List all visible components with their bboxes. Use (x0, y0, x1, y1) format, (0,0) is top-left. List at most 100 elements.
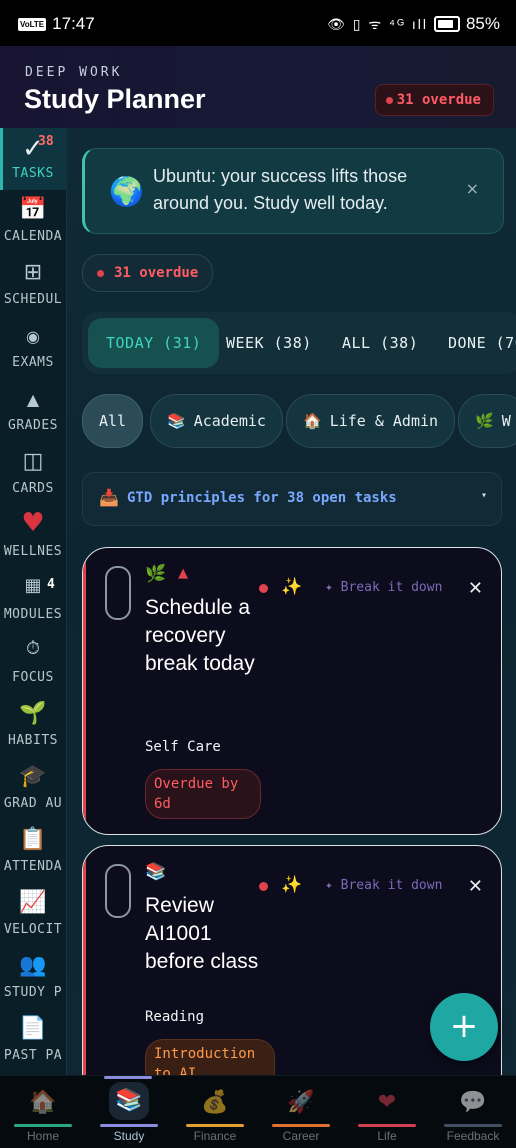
sidebar-item-label: SCHEDUL (3, 292, 63, 307)
nav-color-bar (358, 1124, 416, 1127)
house-icon: 🏠 (29, 1090, 57, 1115)
checkmark-icon: ✓ (22, 134, 44, 164)
dismiss-task-button[interactable]: ✕ (468, 876, 483, 897)
overdue-badge-label: 31 overdue (396, 92, 481, 108)
sidebar-item-calendar[interactable]: 📅 CALENDA (0, 191, 66, 253)
graduation-cap-icon: 🎓 (19, 764, 47, 789)
nav-home[interactable]: 🏠 Home (0, 1076, 86, 1148)
tab-today[interactable]: TODAY (31) (88, 318, 220, 368)
nav-label: Home (26, 1129, 59, 1143)
task-category: Self Care (145, 739, 221, 755)
tasks-content: 🌍 Ubuntu: your success lifts those aroun… (82, 128, 516, 1075)
sparkle-icon[interactable]: ✨ (281, 875, 302, 895)
sidebar-item-label: MODULES (3, 607, 63, 622)
nav-study[interactable]: 📚 Study (86, 1076, 172, 1148)
task-card[interactable]: 🌿 ▲ Schedule a recovery break today Self… (82, 547, 502, 835)
sidebar-item-label: FOCUS (12, 670, 54, 685)
banner-message: Ubuntu: your success lifts those around … (153, 166, 408, 213)
filter-life-admin[interactable]: 🏠 Life & Admin (286, 394, 456, 448)
nav-life[interactable]: ❤ Life (344, 1076, 430, 1148)
nav-feedback[interactable]: 💬 Feedback (430, 1076, 516, 1148)
sidebar-item-velocity[interactable]: 📈 VELOCIT (0, 884, 66, 946)
grid-icon: ⊞ (23, 260, 43, 285)
sidebar-item-label: ATTENDA (3, 859, 63, 874)
sidebar-item-habits[interactable]: 🌱 HABITS (0, 695, 66, 757)
sidebar-item-modules[interactable]: ▦ 4 MODULES (0, 569, 66, 631)
overdue-badge[interactable]: 31 overdue (374, 84, 494, 116)
document-icon: 📄 (19, 1016, 47, 1041)
sidebar-item-label: EXAMS (12, 355, 54, 370)
rocket-icon: 🚀 (287, 1090, 315, 1115)
chevron-down-icon: ▾ (480, 490, 487, 501)
nav-label: Finance (193, 1129, 237, 1143)
filter-label: All (99, 412, 127, 430)
task-title: Review AI1001 before class (145, 894, 259, 973)
header-kicker: DEEP WORK (25, 65, 123, 80)
modules-count-badge: 4 (47, 577, 55, 592)
clock: 17:47 (52, 14, 95, 33)
sidebar-item-grades[interactable]: ▲ GRADES (0, 380, 66, 442)
timer-icon: ⏱ (25, 638, 41, 659)
break-it-down-button[interactable]: ✦ Break it down (325, 878, 442, 893)
bottom-nav: 🏠 Home 📚 Study 💰 Finance 🚀 Career ❤ Life… (0, 1075, 516, 1148)
gtd-principles-toggle[interactable]: 📥 GTD principles for 38 open tasks ▾ (82, 472, 502, 526)
break-it-down-button[interactable]: ✦ Break it down (325, 580, 442, 595)
dismiss-task-button[interactable]: ✕ (468, 578, 483, 599)
sidebar-item-label: TASKS (12, 166, 54, 181)
overdue-dot-icon (385, 96, 393, 104)
books-icon: 📚 (167, 412, 186, 430)
filter-label: W (501, 412, 511, 430)
tab-week[interactable]: WEEK (38) (208, 318, 330, 368)
sidebar: ✓ 38 TASKS 📅 CALENDA ⊞ SCHEDUL ◉ EXAMS ▲… (0, 128, 67, 1075)
sidebar-item-attendance[interactable]: 📋 ATTENDA (0, 821, 66, 883)
sidebar-item-focus[interactable]: ⏱ FOCUS (0, 632, 66, 694)
filter-all[interactable]: All (82, 394, 144, 448)
add-task-button[interactable]: + (430, 993, 498, 1061)
sidebar-item-label: CALENDA (3, 229, 63, 244)
sidebar-item-study-partners[interactable]: 👥 STUDY P (0, 947, 66, 1009)
tab-all[interactable]: ALL (38) (324, 318, 436, 368)
overdue-filter-chip[interactable]: 31 overdue (82, 254, 214, 292)
priority-dot-icon (259, 882, 268, 891)
money-bag-icon: 💰 (201, 1090, 229, 1115)
sparkle-icon[interactable]: ✨ (281, 577, 302, 597)
filter-academic[interactable]: 📚 Academic (150, 394, 283, 448)
sidebar-item-exams[interactable]: ◉ EXAMS (0, 317, 66, 379)
page-title: Study Planner (24, 84, 206, 114)
battery-level: 85% (465, 14, 500, 33)
herb-icon: 🌿 (475, 412, 494, 430)
nav-career[interactable]: 🚀 Career (258, 1076, 344, 1148)
globe-icon: 🌍 (109, 175, 144, 208)
heart-icon: ♥ (21, 508, 45, 538)
herb-icon: 🌿 (145, 564, 167, 584)
nav-finance[interactable]: 💰 Finance (172, 1076, 258, 1148)
sidebar-item-label: PAST PA (3, 1048, 63, 1063)
sidebar-item-label: GRAD AU (3, 796, 63, 811)
sidebar-item-schedule[interactable]: ⊞ SCHEDUL (0, 254, 66, 316)
sidebar-item-tasks[interactable]: ✓ 38 TASKS (0, 128, 66, 190)
filter-wellness[interactable]: 🌿 W (458, 394, 516, 448)
task-checkbox[interactable] (105, 566, 131, 620)
nav-label: Study (113, 1129, 145, 1143)
task-tags: 📚 (145, 862, 166, 882)
filter-label: Life & Admin (329, 412, 439, 430)
overdue-chip-label: 31 overdue (114, 265, 199, 281)
sidebar-item-past-papers[interactable]: 📄 PAST PA (0, 1010, 66, 1072)
close-banner-button[interactable]: × (466, 179, 479, 198)
volte-icon: VoLTE (18, 17, 47, 31)
sidebar-item-label: WELLNES (3, 544, 63, 559)
sidebar-item-wellness[interactable]: ♥ WELLNES (0, 506, 66, 568)
task-checkbox[interactable] (105, 864, 131, 918)
sidebar-item-grad-audit[interactable]: 🎓 GRAD AU (0, 758, 66, 820)
sidebar-item-cards[interactable]: ◫ CARDS (0, 443, 66, 505)
gtd-label: GTD principles for 38 open tasks (127, 490, 397, 506)
sidebar-item-label: GRADES (8, 418, 58, 433)
motivation-banner: 🌍 Ubuntu: your success lifts those aroun… (82, 148, 504, 234)
tab-done[interactable]: DONE (70 (430, 318, 516, 368)
sidebar-item-label: VELOCIT (3, 922, 63, 937)
category-filters: All 📚 Academic 🏠 Life & Admin 🌿 W (82, 394, 516, 450)
target-icon: ◉ (26, 327, 40, 346)
priority-dot-icon (259, 584, 268, 593)
cards-icon: ◫ (22, 449, 44, 474)
clipboard-icon: 📋 (19, 827, 47, 852)
